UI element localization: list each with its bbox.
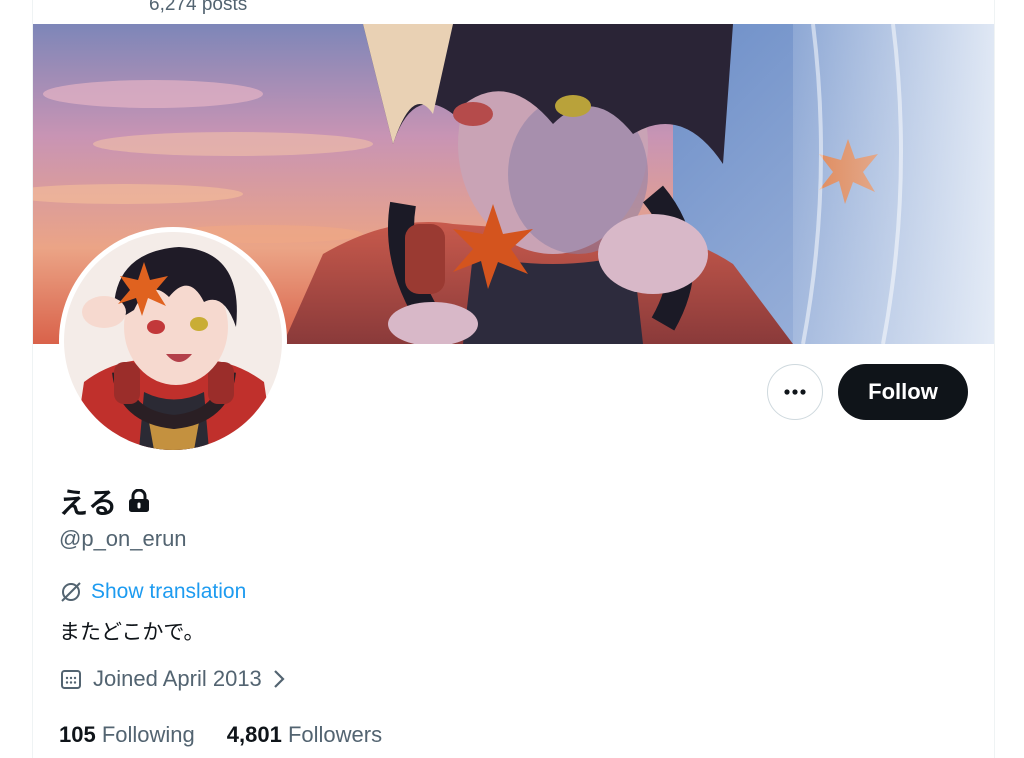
translate-icon <box>61 582 81 602</box>
following-label: Following <box>101 722 195 747</box>
following-count: 105 <box>59 722 96 747</box>
followers-count: 4,801 <box>226 722 282 747</box>
followers-label: Followers <box>287 722 383 747</box>
avatar[interactable] <box>64 232 282 450</box>
avatar-frame <box>59 227 287 455</box>
joined-date[interactable]: Joined April 2013 <box>59 666 286 692</box>
user-handle: @p_on_erun <box>59 526 187 551</box>
profile-column: 6,274 posts Follow える @p_on_erun Show tr… <box>32 0 995 758</box>
calendar-icon <box>61 670 81 689</box>
bio-text: またどこかで。 <box>59 620 205 644</box>
display-name: える <box>59 486 119 520</box>
follow-button[interactable]: Follow <box>838 364 968 420</box>
more-options-button[interactable] <box>767 364 823 420</box>
show-translation-label[interactable]: Show translation <box>91 580 246 604</box>
follow-stats: 105 Following 4,801 Followers <box>59 722 382 748</box>
display-name-row: える <box>59 480 150 522</box>
show-translation-link[interactable]: Show translation <box>59 580 246 604</box>
following-link[interactable]: 105 Following <box>59 722 195 748</box>
more-horizontal-icon <box>784 389 806 395</box>
lock-icon[interactable] <box>128 489 150 513</box>
joined-label: Joined April 2013 <box>93 666 262 691</box>
post-count: 6,274 posts <box>149 0 248 15</box>
followers-link[interactable]: 4,801 Followers <box>227 722 382 748</box>
chevron-right-icon <box>274 670 285 688</box>
